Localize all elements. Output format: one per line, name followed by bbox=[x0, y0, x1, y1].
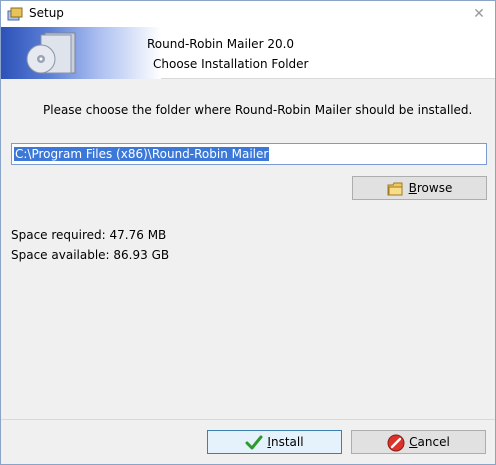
folder-icon bbox=[387, 182, 403, 195]
main-content: Please choose the folder where Round-Rob… bbox=[1, 79, 495, 419]
cancel-button[interactable]: Cancel bbox=[351, 430, 486, 454]
cancel-label: ancel bbox=[417, 435, 450, 449]
browse-label: rowse bbox=[416, 181, 453, 195]
space-required: Space required: 47.76 MB bbox=[11, 228, 167, 242]
button-bar: Install Cancel bbox=[1, 419, 495, 464]
cd-box-icon bbox=[26, 32, 76, 74]
browse-button[interactable]: Browse bbox=[352, 176, 487, 200]
title-bar: Setup ✕ bbox=[1, 1, 495, 27]
install-label: nstall bbox=[270, 435, 304, 449]
setup-app-icon bbox=[7, 7, 23, 21]
space-available: Space available: 86.93 GB bbox=[11, 248, 170, 262]
checkmark-icon bbox=[245, 435, 263, 449]
step-title: Choose Installation Folder bbox=[153, 57, 309, 71]
install-button[interactable]: Install bbox=[207, 430, 342, 454]
product-name: Round-Robin Mailer 20.0 bbox=[147, 37, 295, 51]
window-title: Setup bbox=[29, 6, 64, 20]
header-banner: Round-Robin Mailer 20.0 Choose Installat… bbox=[1, 27, 495, 79]
close-icon: ✕ bbox=[473, 6, 485, 22]
setup-window: Setup ✕ Round-Robin Mailer 20.0 Choose I… bbox=[0, 0, 496, 465]
instruction-text: Please choose the folder where Round-Rob… bbox=[43, 103, 473, 117]
cancel-icon bbox=[387, 434, 405, 451]
browse-mnemonic: B bbox=[408, 181, 417, 195]
install-path-value: C:\Program Files (x86)\Round-Robin Maile… bbox=[14, 147, 270, 161]
close-button[interactable]: ✕ bbox=[467, 3, 491, 25]
install-path-input[interactable]: C:\Program Files (x86)\Round-Robin Maile… bbox=[11, 143, 487, 165]
cancel-mnemonic: C bbox=[409, 435, 418, 449]
